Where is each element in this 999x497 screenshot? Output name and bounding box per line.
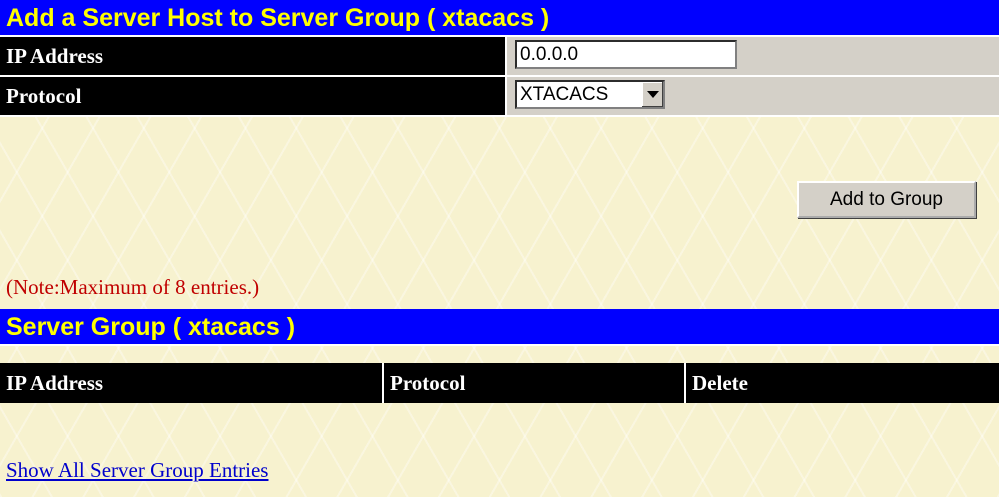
show-all-entries-link[interactable]: Show All Server Group Entries — [6, 458, 268, 483]
protocol-row: Protocol XTACACS — [0, 77, 999, 117]
server-group-table-header: IP Address Protocol Delete — [0, 363, 999, 403]
server-group-title: Server Group ( xtacacs ) — [0, 309, 999, 346]
ip-address-cell: 0.0.0.0 — [505, 37, 999, 75]
column-divider — [382, 363, 384, 403]
dropdown-arrow-icon[interactable] — [641, 82, 663, 107]
column-protocol: Protocol — [390, 371, 466, 395]
column-delete: Delete — [692, 371, 748, 395]
protocol-select[interactable]: XTACACS — [515, 80, 665, 109]
protocol-cell: XTACACS — [505, 77, 999, 115]
ip-address-row: IP Address 0.0.0.0 — [0, 37, 999, 77]
column-divider — [684, 363, 686, 403]
ip-address-input[interactable]: 0.0.0.0 — [515, 40, 737, 69]
add-to-group-button[interactable]: Add to Group — [797, 181, 976, 218]
protocol-select-value: XTACACS — [520, 84, 609, 105]
add-server-host-title: Add a Server Host to Server Group ( xtac… — [0, 0, 999, 37]
column-ip-address: IP Address — [6, 371, 104, 395]
ip-address-label: IP Address — [0, 37, 505, 75]
protocol-label: Protocol — [0, 77, 505, 115]
max-entries-note: (Note:Maximum of 8 entries.) — [6, 275, 260, 299]
